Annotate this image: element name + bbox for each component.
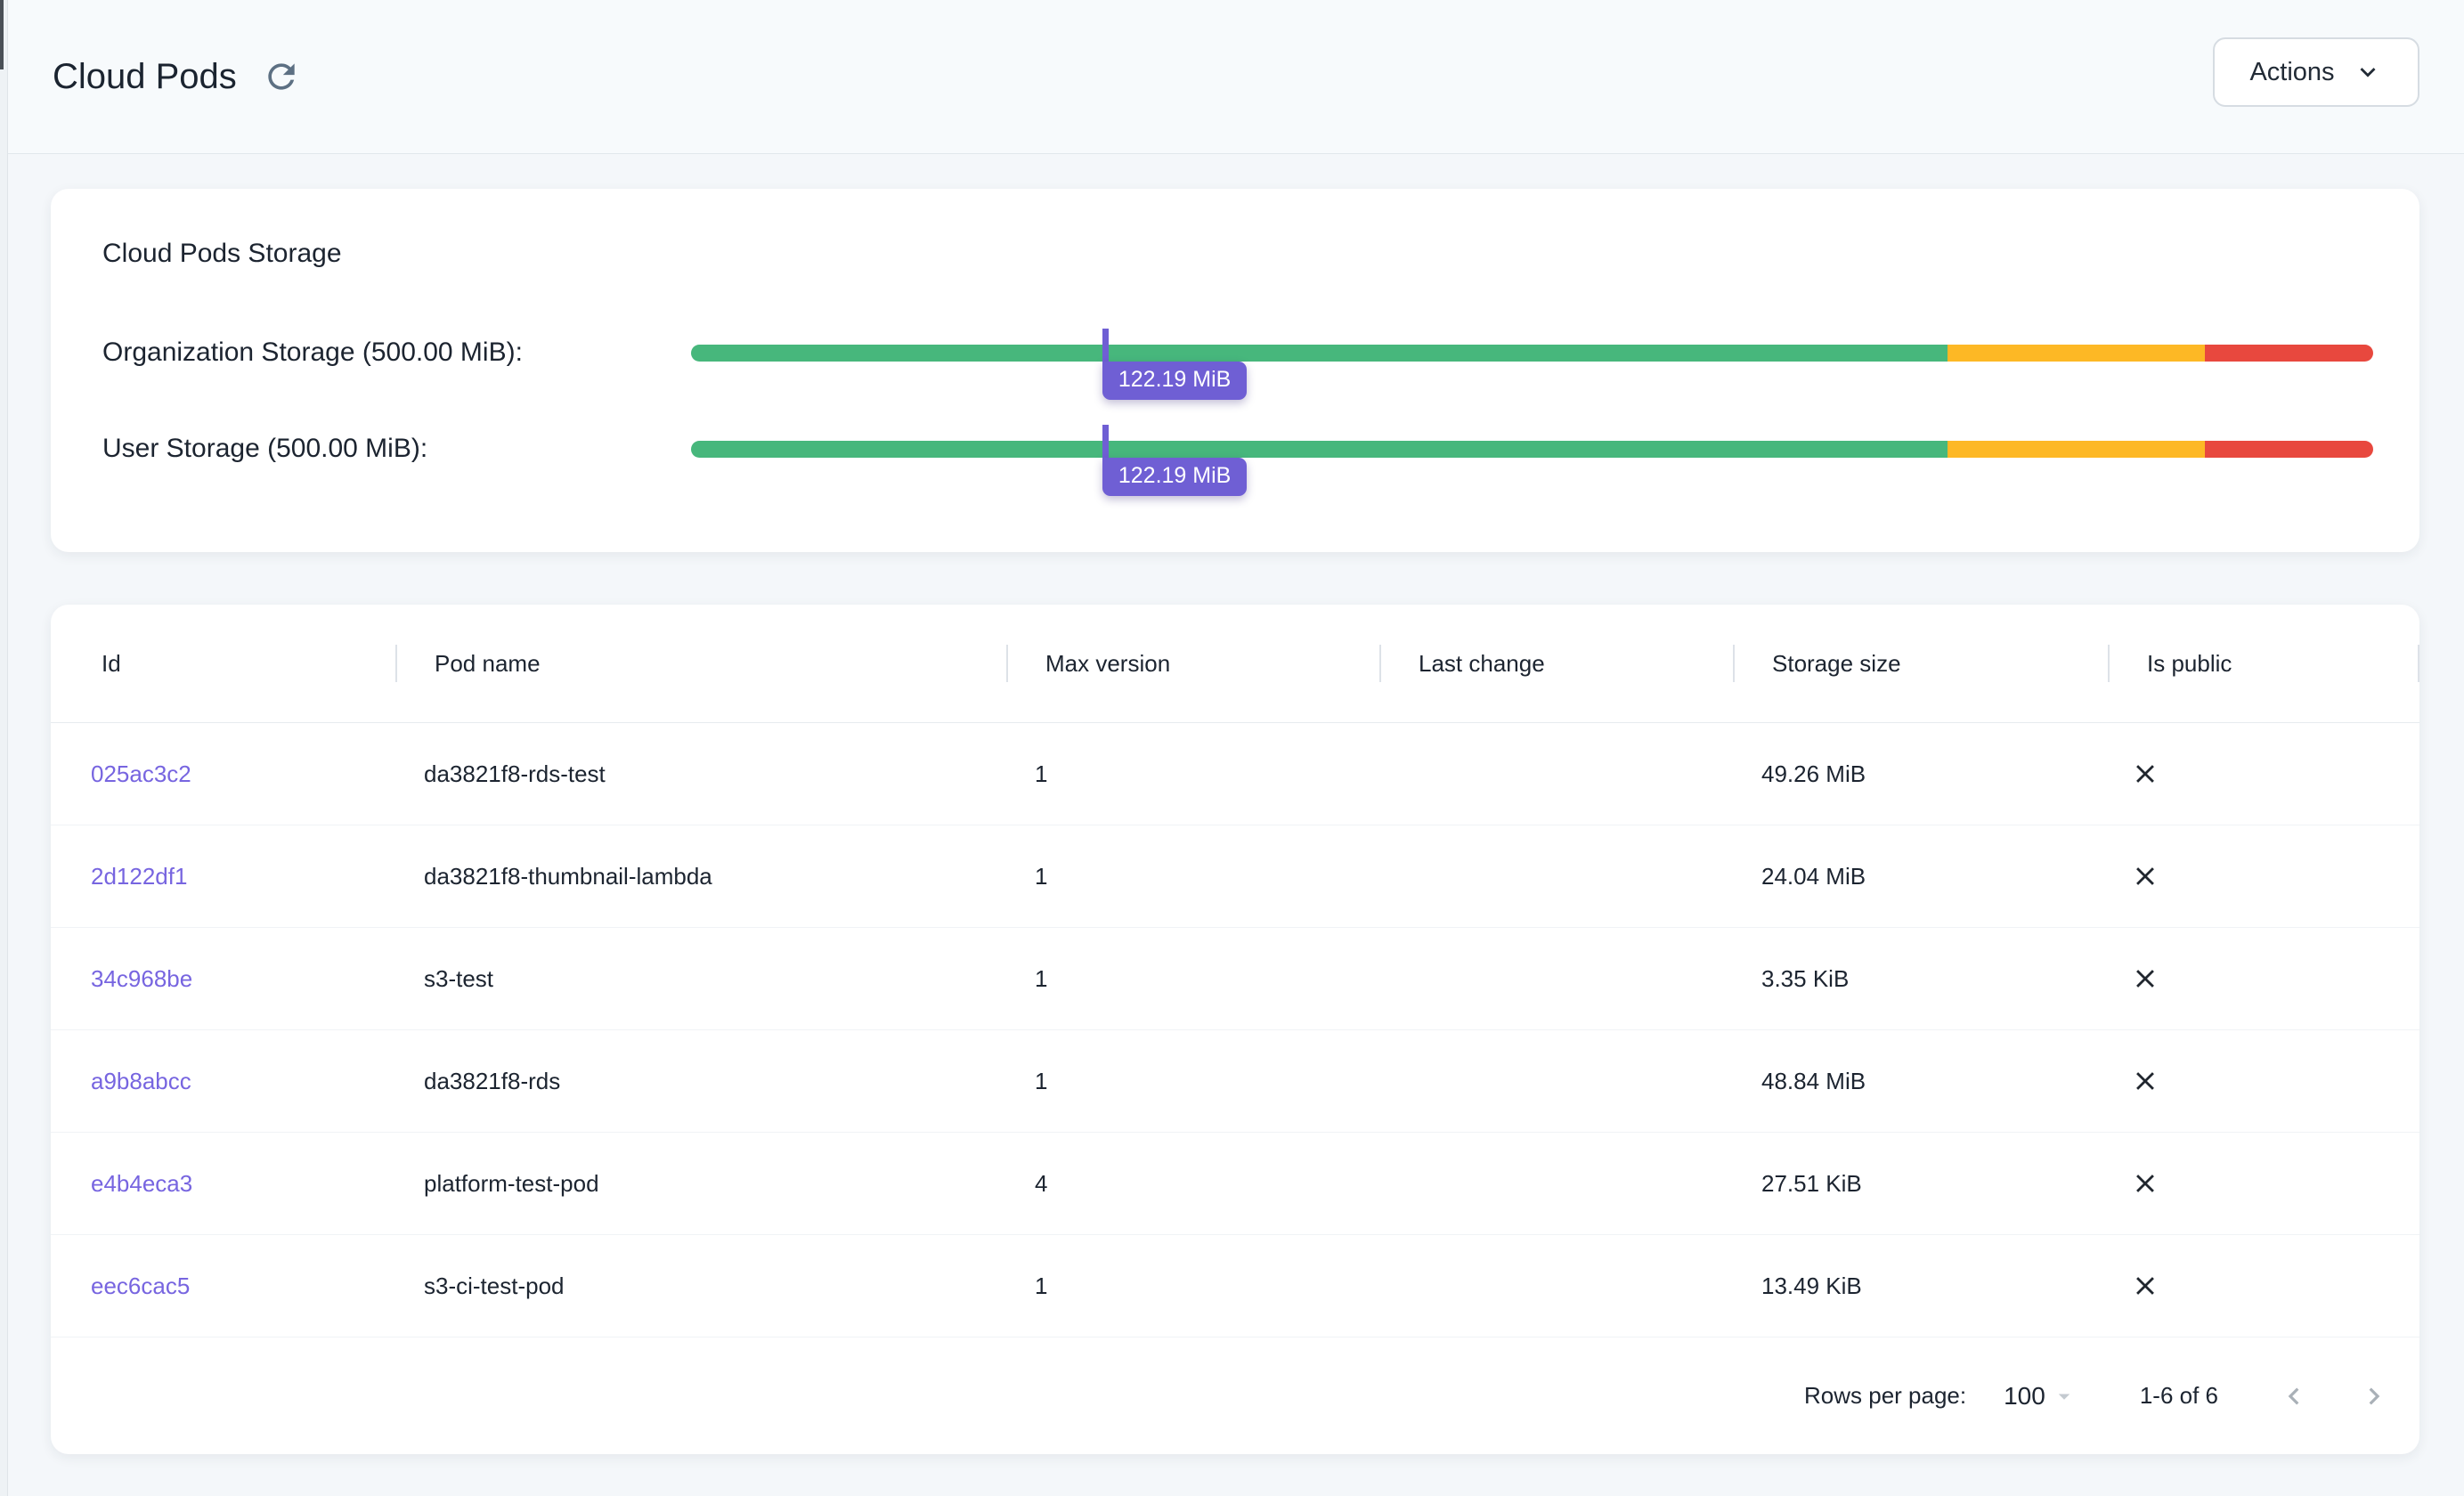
- refresh-button[interactable]: [255, 50, 308, 103]
- scrollbar-thumb[interactable]: [0, 0, 4, 69]
- storage-bar-segment-normal: [691, 345, 1948, 362]
- max-version-cell: 1: [1008, 965, 1381, 993]
- page-title: Cloud Pods: [53, 57, 237, 97]
- not-public-cross-icon: [2130, 963, 2160, 994]
- cloud-pods-table-card: Id Pod name Max version Last change Stor…: [51, 605, 2419, 1454]
- storage-card: Cloud Pods Storage Organization Storage …: [51, 189, 2419, 552]
- not-public-cross-icon: [2130, 759, 2160, 789]
- is-public-cell: [2110, 861, 2419, 891]
- rows-per-page-label: Rows per page:: [1804, 1382, 1966, 1410]
- storage-bar-track: [691, 345, 2373, 362]
- table-row: 025ac3c2 da3821f8-rds-test 1 49.26 MiB: [51, 723, 2419, 825]
- column-header-storage-size[interactable]: Storage size: [1735, 605, 2110, 722]
- table-pagination: Rows per page: 100 1-6 of 6: [51, 1337, 2419, 1454]
- column-header-id[interactable]: Id: [51, 605, 397, 722]
- user-storage-bar: 122.19 MiB: [691, 441, 2373, 458]
- storage-bar-track: [691, 441, 2373, 458]
- not-public-cross-icon: [2130, 861, 2160, 891]
- column-header-pod-name[interactable]: Pod name: [397, 605, 1008, 722]
- column-header-max-version[interactable]: Max version: [1008, 605, 1381, 722]
- pod-name-cell: s3-ci-test-pod: [397, 1272, 1008, 1300]
- is-public-cell: [2110, 759, 2419, 789]
- max-version-cell: 1: [1008, 1272, 1381, 1300]
- organization-storage-label: Organization Storage (500.00 MiB):: [102, 337, 691, 368]
- pod-id-link[interactable]: a9b8abcc: [51, 1068, 397, 1095]
- pod-id-link[interactable]: 025ac3c2: [51, 760, 397, 788]
- user-storage-row: User Storage (500.00 MiB): 122.19 MiB: [102, 431, 2373, 467]
- storage-bar-segment-critical: [2205, 441, 2373, 458]
- window-edge-strip: [0, 0, 8, 1496]
- storage-usage-marker: 122.19 MiB: [1102, 425, 1247, 496]
- storage-card-title: Cloud Pods Storage: [102, 239, 2373, 269]
- chevron-down-icon: [2353, 57, 2383, 87]
- not-public-cross-icon: [2130, 1271, 2160, 1301]
- table-row: 34c968be s3-test 1 3.35 KiB: [51, 928, 2419, 1030]
- pagination-range-label: 1-6 of 6: [2140, 1382, 2218, 1410]
- storage-size-cell: 27.51 KiB: [1735, 1170, 2110, 1198]
- rows-per-page-value: 100: [2004, 1382, 2045, 1411]
- column-header-last-change[interactable]: Last change: [1381, 605, 1735, 722]
- max-version-cell: 1: [1008, 760, 1381, 788]
- max-version-cell: 1: [1008, 863, 1381, 890]
- pod-id-link[interactable]: 2d122df1: [51, 863, 397, 890]
- pod-id-link[interactable]: eec6cac5: [51, 1272, 397, 1300]
- pod-id-link[interactable]: e4b4eca3: [51, 1170, 397, 1198]
- max-version-cell: 1: [1008, 1068, 1381, 1095]
- actions-button[interactable]: Actions: [2213, 37, 2419, 107]
- previous-page-button[interactable]: [2277, 1379, 2311, 1413]
- pod-name-cell: s3-test: [397, 965, 1008, 993]
- pod-name-cell: platform-test-pod: [397, 1170, 1008, 1198]
- chevron-right-icon: [2357, 1379, 2391, 1413]
- storage-marker-line-icon: [1102, 425, 1109, 458]
- user-storage-label: User Storage (500.00 MiB):: [102, 434, 691, 464]
- actions-button-label: Actions: [2249, 58, 2334, 87]
- storage-bar-segment-warning: [1948, 441, 2205, 458]
- table-header-row: Id Pod name Max version Last change Stor…: [51, 605, 2419, 723]
- is-public-cell: [2110, 963, 2419, 994]
- arrow-drop-down-icon: [2051, 1383, 2078, 1410]
- rows-per-page-select[interactable]: 100: [2004, 1382, 2078, 1411]
- table-row: eec6cac5 s3-ci-test-pod 1 13.49 KiB: [51, 1235, 2419, 1337]
- pod-name-cell: da3821f8-rds: [397, 1068, 1008, 1095]
- chevron-left-icon: [2277, 1379, 2311, 1413]
- table-row: 2d122df1 da3821f8-thumbnail-lambda 1 24.…: [51, 825, 2419, 928]
- storage-size-cell: 24.04 MiB: [1735, 863, 2110, 890]
- not-public-cross-icon: [2130, 1168, 2160, 1199]
- max-version-cell: 4: [1008, 1170, 1381, 1198]
- is-public-cell: [2110, 1066, 2419, 1096]
- organization-storage-row: Organization Storage (500.00 MiB): 122.1…: [102, 335, 2373, 370]
- refresh-icon: [262, 57, 301, 96]
- column-header-is-public[interactable]: Is public: [2110, 605, 2419, 722]
- storage-size-cell: 48.84 MiB: [1735, 1068, 2110, 1095]
- storage-usage-badge: 122.19 MiB: [1102, 458, 1247, 496]
- not-public-cross-icon: [2130, 1066, 2160, 1096]
- storage-bar-segment-critical: [2205, 345, 2373, 362]
- table-row: e4b4eca3 platform-test-pod 4 27.51 KiB: [51, 1133, 2419, 1235]
- storage-usage-badge: 122.19 MiB: [1102, 362, 1247, 400]
- is-public-cell: [2110, 1271, 2419, 1301]
- storage-size-cell: 3.35 KiB: [1735, 965, 2110, 993]
- storage-size-cell: 49.26 MiB: [1735, 760, 2110, 788]
- pod-name-cell: da3821f8-rds-test: [397, 760, 1008, 788]
- organization-storage-bar: 122.19 MiB: [691, 345, 2373, 362]
- next-page-button[interactable]: [2357, 1379, 2391, 1413]
- storage-usage-marker: 122.19 MiB: [1102, 329, 1247, 400]
- pod-id-link[interactable]: 34c968be: [51, 965, 397, 993]
- storage-marker-line-icon: [1102, 329, 1109, 362]
- pod-name-cell: da3821f8-thumbnail-lambda: [397, 863, 1008, 890]
- storage-bar-segment-warning: [1948, 345, 2205, 362]
- is-public-cell: [2110, 1168, 2419, 1199]
- storage-bar-segment-normal: [691, 441, 1948, 458]
- table-row: a9b8abcc da3821f8-rds 1 48.84 MiB: [51, 1030, 2419, 1133]
- page-header: Cloud Pods Actions: [8, 0, 2464, 154]
- storage-size-cell: 13.49 KiB: [1735, 1272, 2110, 1300]
